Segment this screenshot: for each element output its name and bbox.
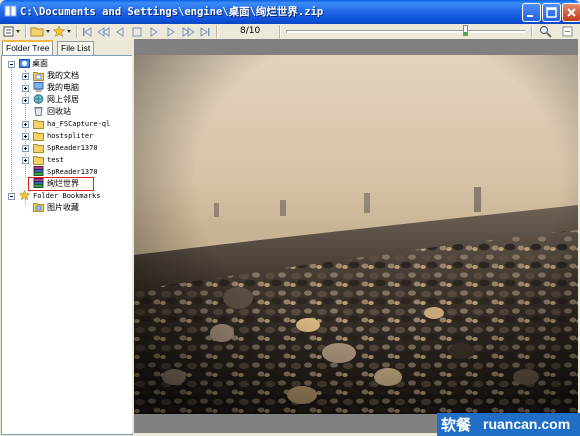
slideshow-button[interactable] xyxy=(130,24,144,39)
expand-toggle[interactable] xyxy=(22,133,29,140)
tree-label: 图片收藏 xyxy=(47,203,79,212)
folder-icon xyxy=(33,156,44,165)
image-viewer-window: C:\Documents and Settings\engine\桌面\绚烂世界… xyxy=(0,0,580,436)
zoom-button[interactable] xyxy=(538,24,552,39)
view-menu-icon xyxy=(3,26,20,37)
watermark-cn: 软餐 xyxy=(441,416,472,434)
archive-icon xyxy=(33,166,44,176)
tree-label: 网上邻居 xyxy=(47,95,79,104)
tree-label: 桌面 xyxy=(32,59,48,68)
title-bar[interactable]: C:\Documents and Settings\engine\桌面\绚烂世界… xyxy=(0,0,580,24)
last-page-icon xyxy=(200,26,210,37)
folder-icon xyxy=(33,120,44,129)
open-folder-button[interactable] xyxy=(30,24,52,39)
tree-label: Folder Bookmarks xyxy=(33,192,101,200)
documents-icon xyxy=(33,72,44,81)
next-page-icon xyxy=(167,26,175,37)
favorites-button[interactable] xyxy=(53,24,73,39)
network-icon xyxy=(33,94,44,104)
tab-file-list[interactable]: File List xyxy=(57,41,95,55)
previous-page-button[interactable] xyxy=(113,24,127,39)
play-button[interactable] xyxy=(147,24,161,39)
last-page-button[interactable] xyxy=(198,24,212,39)
tree-label: 回收站 xyxy=(47,107,71,116)
window-title: C:\Documents and Settings\engine\桌面\绚烂世界… xyxy=(20,6,324,18)
toolbar-separator xyxy=(531,25,533,38)
tree-line xyxy=(11,65,12,191)
computer-icon xyxy=(33,82,44,92)
close-button[interactable] xyxy=(562,3,580,22)
zoom-slider[interactable] xyxy=(286,30,525,33)
expand-toggle[interactable] xyxy=(22,97,29,104)
next-folder-icon xyxy=(182,26,195,37)
desktop-icon xyxy=(19,59,30,68)
page-counter: 8/10 xyxy=(240,26,261,36)
fit-icon xyxy=(562,26,572,37)
view-menu-button[interactable] xyxy=(3,24,23,39)
recycle-bin-icon xyxy=(34,107,43,116)
tree-label: test xyxy=(47,156,64,164)
displayed-photo xyxy=(134,55,578,414)
maximize-icon xyxy=(546,7,557,18)
image-viewer[interactable] xyxy=(134,39,578,433)
expand-toggle[interactable] xyxy=(22,121,29,128)
tab-folder-tree[interactable]: Folder Tree xyxy=(2,40,54,55)
toolbar-separator xyxy=(216,25,218,38)
toolbar-separator xyxy=(25,25,27,38)
collapse-toggle[interactable] xyxy=(8,193,15,200)
toolbar-separator xyxy=(76,25,78,38)
panel-tabs: Folder Tree File List xyxy=(0,39,133,55)
expand-toggle[interactable] xyxy=(22,157,29,164)
close-icon xyxy=(567,8,576,17)
folder-icon xyxy=(33,144,44,153)
previous-folder-icon xyxy=(96,26,109,37)
previous-folder-button[interactable] xyxy=(96,24,110,39)
first-page-icon xyxy=(83,26,92,37)
expand-toggle[interactable] xyxy=(22,85,29,92)
minimize-icon xyxy=(527,15,533,17)
bookmark-star-icon xyxy=(19,190,30,200)
toolbar-separator xyxy=(279,25,281,38)
bookmark-folder-icon xyxy=(33,203,44,212)
open-folder-icon xyxy=(30,27,50,37)
tree-label: hostspliter xyxy=(47,132,94,140)
app-icon xyxy=(4,5,17,17)
previous-page-icon xyxy=(116,26,124,37)
collapse-toggle[interactable] xyxy=(8,61,15,68)
site-watermark: 软餐 ruancan.com xyxy=(437,413,580,436)
first-page-button[interactable] xyxy=(80,24,94,39)
expand-toggle[interactable] xyxy=(22,145,29,152)
fit-button[interactable] xyxy=(560,24,574,39)
tree-label: 我的文档 xyxy=(47,71,79,80)
next-page-button[interactable] xyxy=(164,24,178,39)
next-page-icon xyxy=(150,26,158,37)
tree-label: 我的电脑 xyxy=(47,83,79,92)
tree-label: SpReader1370 xyxy=(47,144,98,152)
maximize-button[interactable] xyxy=(542,3,561,22)
play-icon xyxy=(132,27,142,36)
zoom-icon xyxy=(539,26,552,38)
zoom-slider-thumb[interactable] xyxy=(462,25,468,36)
watermark-url: ruancan.com xyxy=(483,416,571,432)
expand-toggle[interactable] xyxy=(22,73,29,80)
selection-highlight xyxy=(28,177,94,191)
folder-icon xyxy=(33,132,44,141)
minimize-button[interactable] xyxy=(522,3,541,22)
next-folder-button[interactable] xyxy=(181,24,195,39)
favorites-icon xyxy=(53,25,71,37)
tree-label: ha_FSCapture-ql xyxy=(47,120,111,128)
toolbar: 8/10 xyxy=(0,24,580,39)
folder-tree[interactable]: 桌面 我的文档 我的电脑 网上邻居 回收站 ha_FSCapture-ql ho… xyxy=(1,55,133,435)
